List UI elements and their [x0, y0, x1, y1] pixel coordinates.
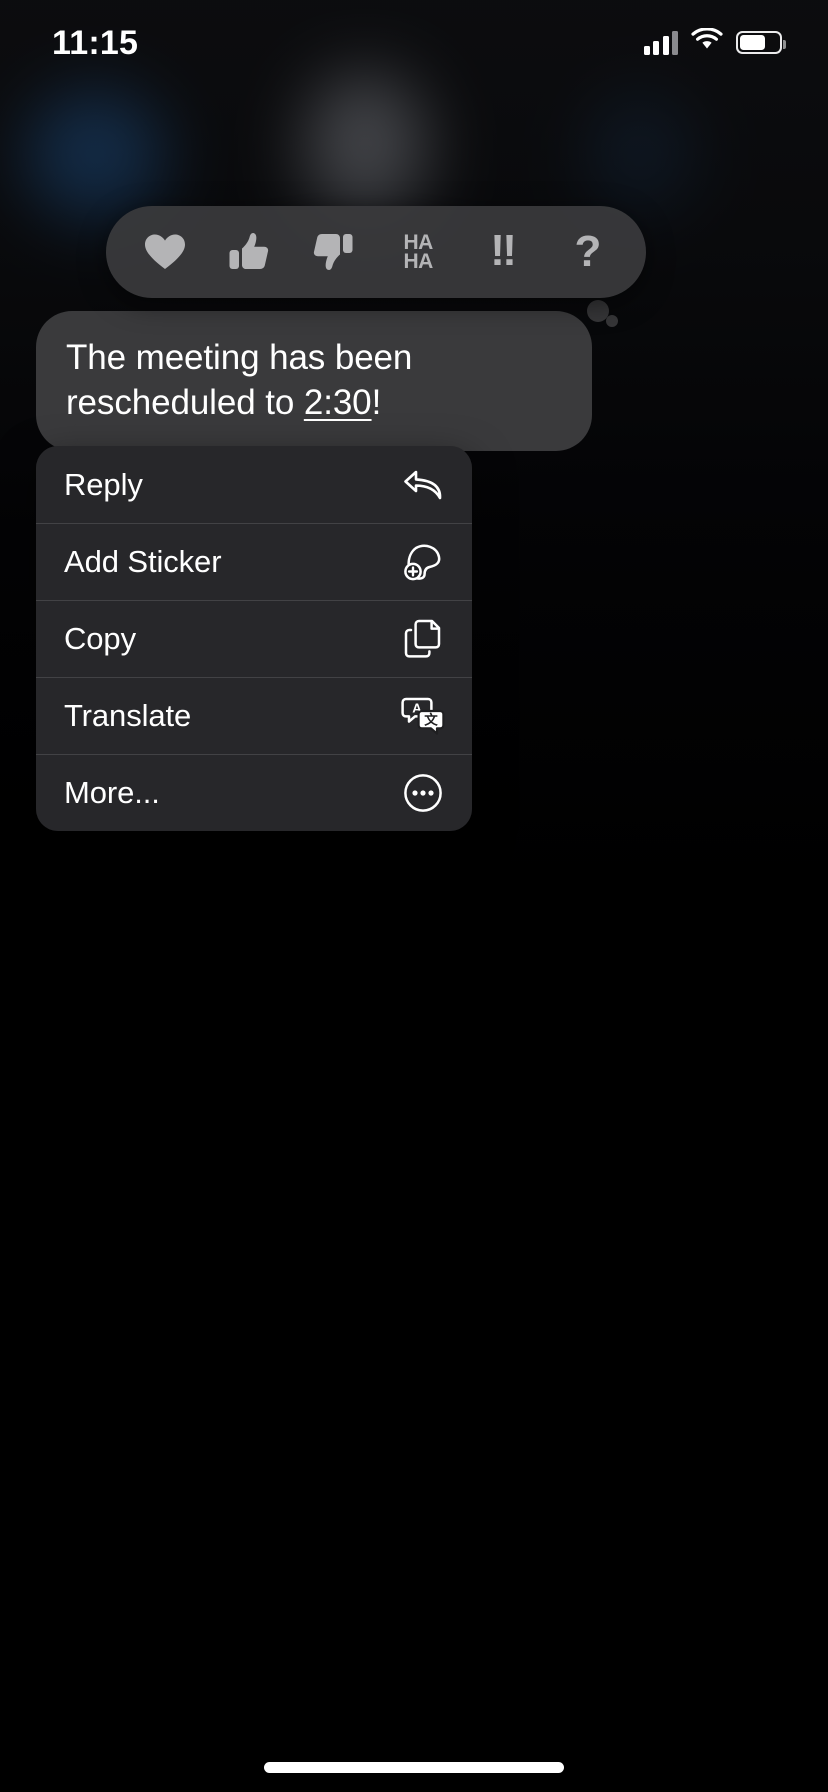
menu-item-add-sticker[interactable]: Add Sticker: [36, 523, 472, 600]
status-icons: [643, 27, 786, 57]
copy-documents-icon: [400, 616, 446, 662]
reply-arrow-icon: [400, 462, 446, 508]
home-indicator[interactable]: [264, 1762, 564, 1773]
ellipsis-circle-icon: [400, 770, 446, 816]
message-context-menu[interactable]: Reply Add Sticker Copy Translate A 文 Mor…: [36, 446, 472, 831]
thumbs-down-icon: [312, 230, 356, 274]
haha-icon: HA HA: [403, 232, 434, 273]
message-bubble[interactable]: The meeting has been rescheduled to 2:30…: [36, 311, 592, 451]
menu-item-translate-label: Translate: [64, 697, 192, 733]
sticker-plus-icon: [400, 539, 446, 585]
menu-item-copy[interactable]: Copy: [36, 600, 472, 677]
reaction-heart-button[interactable]: [132, 219, 198, 285]
heart-icon: [143, 232, 187, 272]
message-text: The meeting has been rescheduled to 2:30…: [66, 335, 562, 425]
svg-text:文: 文: [424, 711, 438, 727]
reaction-thumbs-down-button[interactable]: [301, 219, 367, 285]
menu-item-copy-label: Copy: [64, 620, 136, 656]
menu-item-more-label: More...: [64, 774, 160, 810]
menu-item-reply-label: Reply: [64, 466, 143, 502]
wifi-icon: [691, 27, 723, 57]
menu-item-translate[interactable]: Translate A 文: [36, 677, 472, 754]
status-bar: 11:15: [0, 0, 828, 95]
cellular-bars-icon: [643, 30, 678, 55]
haha-line-2: HA: [403, 250, 434, 273]
question-mark-icon: ?: [574, 227, 602, 276]
message-text-part-2: !: [371, 383, 382, 422]
menu-item-add-sticker-label: Add Sticker: [64, 543, 222, 579]
tapback-reaction-bar[interactable]: HA HA ‼ ?: [106, 206, 646, 298]
tapback-tail-dot-small: [606, 315, 618, 327]
thumbs-up-icon: [227, 230, 271, 274]
reaction-haha-button[interactable]: HA HA: [385, 219, 451, 285]
status-time: 11:15: [52, 24, 139, 62]
message-time-data-link[interactable]: 2:30: [304, 383, 372, 422]
reaction-thumbs-up-button[interactable]: [216, 219, 282, 285]
translate-icon: A 文: [400, 693, 446, 739]
iphone-screen: 11:15 HA HA ‼ ? The meeting has been res…: [0, 0, 828, 1792]
menu-item-more[interactable]: More...: [36, 754, 472, 831]
battery-icon: [736, 31, 786, 54]
menu-item-reply[interactable]: Reply: [36, 446, 472, 523]
exclamation-icon: ‼: [490, 226, 517, 275]
reaction-exclamation-button[interactable]: ‼: [470, 219, 536, 285]
reaction-question-button[interactable]: ?: [554, 219, 620, 285]
